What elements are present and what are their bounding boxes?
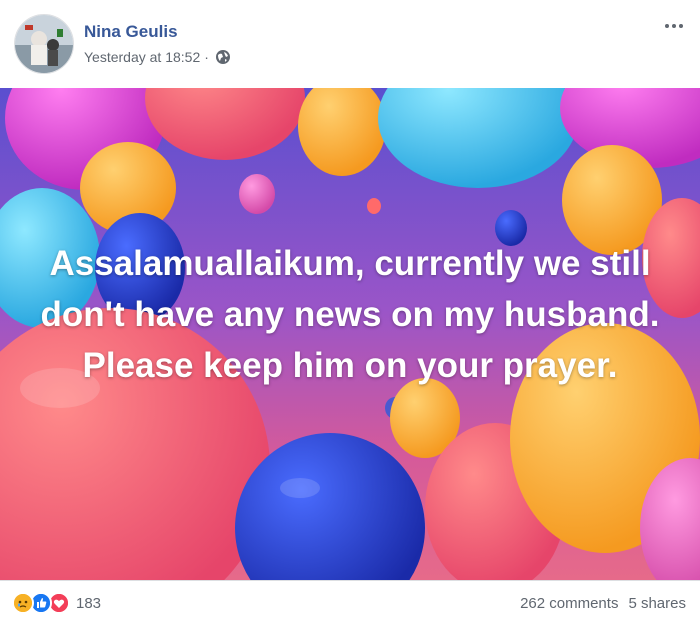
post-footer: 183 262 comments 5 shares xyxy=(0,580,700,623)
post-image[interactable]: Assalamuallaikum, currently we still don… xyxy=(0,88,700,580)
post-timestamp[interactable]: Yesterday at 18:52 xyxy=(84,49,200,65)
post-text: Assalamuallaikum, currently we still don… xyxy=(40,244,660,385)
post-meta: Yesterday at 18:52 · xyxy=(84,49,231,65)
sad-icon xyxy=(12,592,34,614)
facebook-post: Nina Geulis Yesterday at 18:52 · Assalam… xyxy=(0,0,700,622)
reactions-summary[interactable]: 183 xyxy=(12,592,102,614)
shares-count-link[interactable]: 5 shares xyxy=(628,595,686,612)
more-options-icon[interactable] xyxy=(660,16,688,36)
globe-icon[interactable] xyxy=(215,49,231,65)
post-stats: 262 comments 5 shares xyxy=(520,595,686,612)
author-name[interactable]: Nina Geulis xyxy=(84,22,178,42)
meta-separator: · xyxy=(204,49,209,65)
reaction-count: 183 xyxy=(76,594,102,612)
post-header: Nina Geulis Yesterday at 18:52 · xyxy=(0,0,700,88)
avatar[interactable] xyxy=(14,14,74,74)
comments-count-link[interactable]: 262 comments xyxy=(520,595,618,612)
